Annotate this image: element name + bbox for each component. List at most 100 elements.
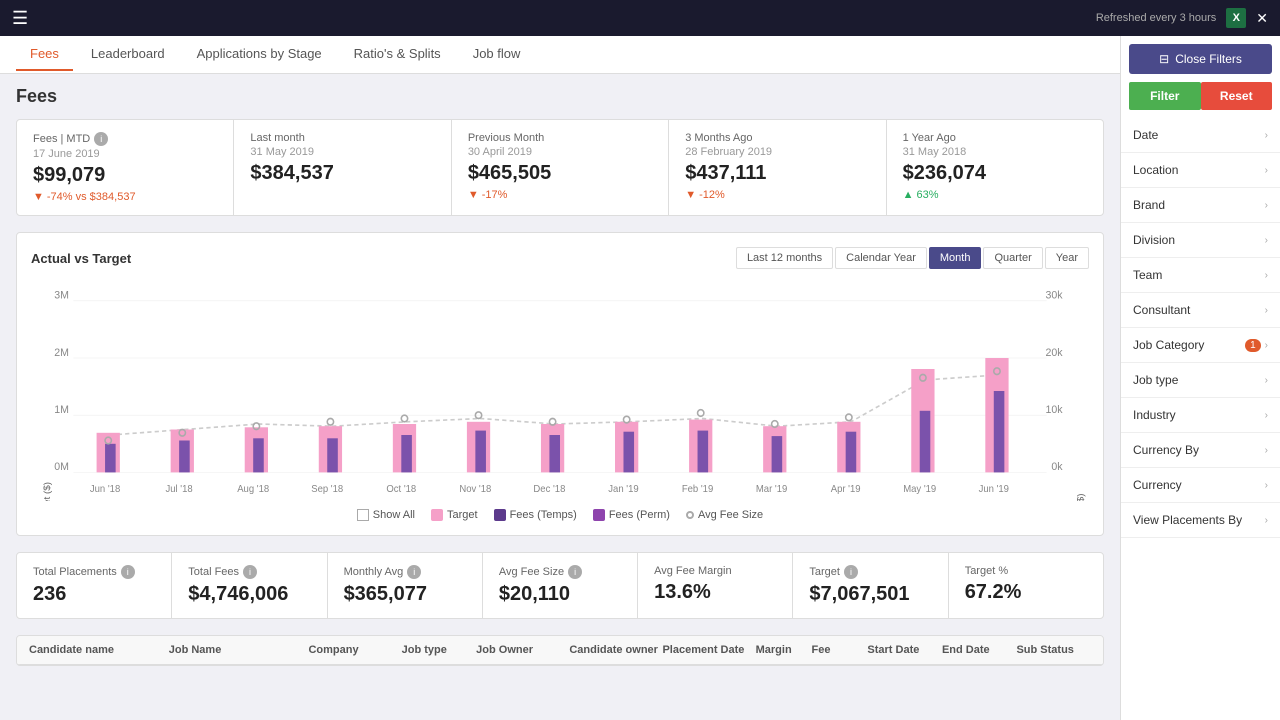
filter-item-industry[interactable]: Industry ›	[1121, 398, 1280, 433]
tab-fees[interactable]: Fees	[16, 38, 73, 71]
bottom-stat-label-4: Avg Fee Margin	[654, 565, 776, 577]
table-container: Candidate name Job Name Company Job type…	[16, 635, 1104, 666]
svg-text:Mar '19: Mar '19	[756, 484, 787, 495]
legend-fees-perm: Fees (Perm)	[593, 509, 670, 521]
left-content: Fees Leaderboard Applications by Stage R…	[0, 36, 1120, 720]
chart-btn-12months[interactable]: Last 12 months	[736, 247, 833, 269]
tab-ratios-splits[interactable]: Ratio's & Splits	[340, 38, 455, 71]
chevron-right-icon: ›	[1265, 235, 1268, 246]
legend-fees-perm-label: Fees (Perm)	[609, 509, 670, 521]
filter-icon: ⊟	[1159, 52, 1169, 66]
bottom-stat-label-2: Monthly Avg i	[344, 565, 466, 579]
bottom-stat-value-3: $20,110	[499, 583, 621, 606]
legend-fees-temps-icon	[494, 509, 506, 521]
chart-section: Actual vs Target Last 12 months Calendar…	[16, 232, 1104, 536]
close-filters-button[interactable]: ⊟ Close Filters	[1129, 44, 1272, 74]
stat-label-1: Last month	[250, 132, 434, 144]
stat-date-0: 17 June 2019	[33, 148, 217, 160]
close-icon[interactable]: ✕	[1256, 10, 1268, 27]
info-icon-total-fees[interactable]: i	[243, 565, 257, 579]
tab-leaderboard[interactable]: Leaderboard	[77, 38, 179, 71]
col-company: Company	[308, 644, 401, 656]
chart-btn-quarter[interactable]: Quarter	[983, 247, 1042, 269]
filter-item-team[interactable]: Team ›	[1121, 258, 1280, 293]
svg-text:0k: 0k	[1051, 461, 1063, 473]
col-fee: Fee	[812, 644, 868, 656]
stat-card-4: 1 Year Ago 31 May 2018 $236,074 ▲63%	[887, 120, 1103, 215]
page-content: Fees Fees | MTD i 17 June 2019 $99,079 ▼…	[0, 74, 1120, 720]
tab-job-flow[interactable]: Job flow	[459, 38, 535, 71]
stat-value-3: $437,111	[685, 162, 869, 185]
menu-icon[interactable]: ☰	[12, 8, 28, 29]
filter-item-date[interactable]: Date ›	[1121, 118, 1280, 153]
svg-text:Sep '18: Sep '18	[311, 484, 343, 495]
chevron-right-icon: ›	[1265, 305, 1268, 316]
info-icon-target[interactable]: i	[844, 565, 858, 579]
stat-date-1: 31 May 2019	[250, 146, 434, 158]
chart-btn-month[interactable]: Month	[929, 247, 982, 269]
bottom-stat-value-5: $7,067,501	[809, 583, 931, 606]
filter-item-location[interactable]: Location ›	[1121, 153, 1280, 188]
filter-item-currency-by[interactable]: Currency By ›	[1121, 433, 1280, 468]
bottom-stat-value-6: 67.2%	[965, 581, 1087, 604]
svg-text:Avg Fee Size ($): Avg Fee Size ($)	[1076, 494, 1087, 501]
stat-label-0: Fees | MTD i	[33, 132, 217, 146]
stat-change-4: ▲63%	[903, 189, 1087, 201]
stat-card-2: Previous Month 30 April 2019 $465,505 ▼-…	[452, 120, 669, 215]
legend-target: Target	[431, 509, 478, 521]
svg-text:10k: 10k	[1046, 404, 1064, 416]
stat-card-0: Fees | MTD i 17 June 2019 $99,079 ▼-74% …	[17, 120, 234, 215]
excel-icon[interactable]: X	[1226, 8, 1246, 28]
info-icon-avg-fee-size[interactable]: i	[568, 565, 582, 579]
reset-button[interactable]: Reset	[1201, 82, 1273, 110]
svg-text:Jun '18: Jun '18	[90, 484, 120, 495]
stat-value-1: $384,537	[250, 162, 434, 185]
filter-item-job-type[interactable]: Job type ›	[1121, 363, 1280, 398]
legend-target-label: Target	[447, 509, 478, 521]
chevron-right-icon: ›	[1265, 515, 1268, 526]
legend-avg-fee-icon	[686, 511, 694, 519]
legend-check-icon[interactable]	[357, 509, 369, 521]
tab-applications-by-stage[interactable]: Applications by Stage	[183, 38, 336, 71]
top-bar: ☰ Refreshed every 3 hours X ✕	[0, 0, 1280, 36]
chevron-right-icon: ›	[1265, 270, 1268, 281]
job-category-badge: 1	[1245, 339, 1261, 352]
col-candidate: Candidate name	[29, 644, 169, 656]
top-bar-left: ☰	[12, 8, 28, 29]
bottom-stat-label-0: Total Placements i	[33, 565, 155, 579]
bottom-stats: Total Placements i 236 Total Fees i $4,7…	[16, 552, 1104, 619]
filter-item-currency[interactable]: Currency ›	[1121, 468, 1280, 503]
filter-actions: Filter Reset	[1129, 82, 1272, 110]
svg-text:1M: 1M	[54, 404, 69, 416]
col-margin: Margin	[756, 644, 812, 656]
chart-header: Actual vs Target Last 12 months Calendar…	[31, 247, 1089, 269]
chevron-right-icon: ›	[1265, 480, 1268, 491]
filter-button[interactable]: Filter	[1129, 82, 1201, 110]
svg-text:Apr '19: Apr '19	[831, 484, 861, 495]
filter-item-division[interactable]: Division ›	[1121, 223, 1280, 258]
filter-item-view-placements-by[interactable]: View Placements By ›	[1121, 503, 1280, 538]
table-header-row: Candidate name Job Name Company Job type…	[17, 636, 1103, 665]
chart-btn-year[interactable]: Year	[1045, 247, 1089, 269]
stat-label-3: 3 Months Ago	[685, 132, 869, 144]
legend-fees-temps: Fees (Temps)	[494, 509, 577, 521]
bottom-stat-1: Total Fees i $4,746,006	[172, 553, 327, 618]
chart-buttons: Last 12 months Calendar Year Month Quart…	[736, 247, 1089, 269]
filter-item-consultant[interactable]: Consultant ›	[1121, 293, 1280, 328]
page-title: Fees	[16, 86, 1104, 107]
chart-btn-calendar[interactable]: Calendar Year	[835, 247, 927, 269]
stat-value-2: $465,505	[468, 162, 652, 185]
filter-item-job-category[interactable]: Job Category 1 ›	[1121, 328, 1280, 363]
bottom-stat-6: Target % 67.2%	[949, 553, 1103, 618]
filter-item-brand[interactable]: Brand ›	[1121, 188, 1280, 223]
bottom-stat-3: Avg Fee Size i $20,110	[483, 553, 638, 618]
info-icon-0[interactable]: i	[94, 132, 108, 146]
svg-text:2M: 2M	[54, 347, 69, 359]
svg-text:20k: 20k	[1046, 347, 1064, 359]
col-sub-status: Sub Status	[1016, 644, 1091, 656]
stats-row: Fees | MTD i 17 June 2019 $99,079 ▼-74% …	[16, 119, 1104, 216]
info-icon-monthly-avg[interactable]: i	[407, 565, 421, 579]
info-icon-placements[interactable]: i	[121, 565, 135, 579]
bottom-stat-5: Target i $7,067,501	[793, 553, 948, 618]
bottom-stat-value-2: $365,077	[344, 583, 466, 606]
